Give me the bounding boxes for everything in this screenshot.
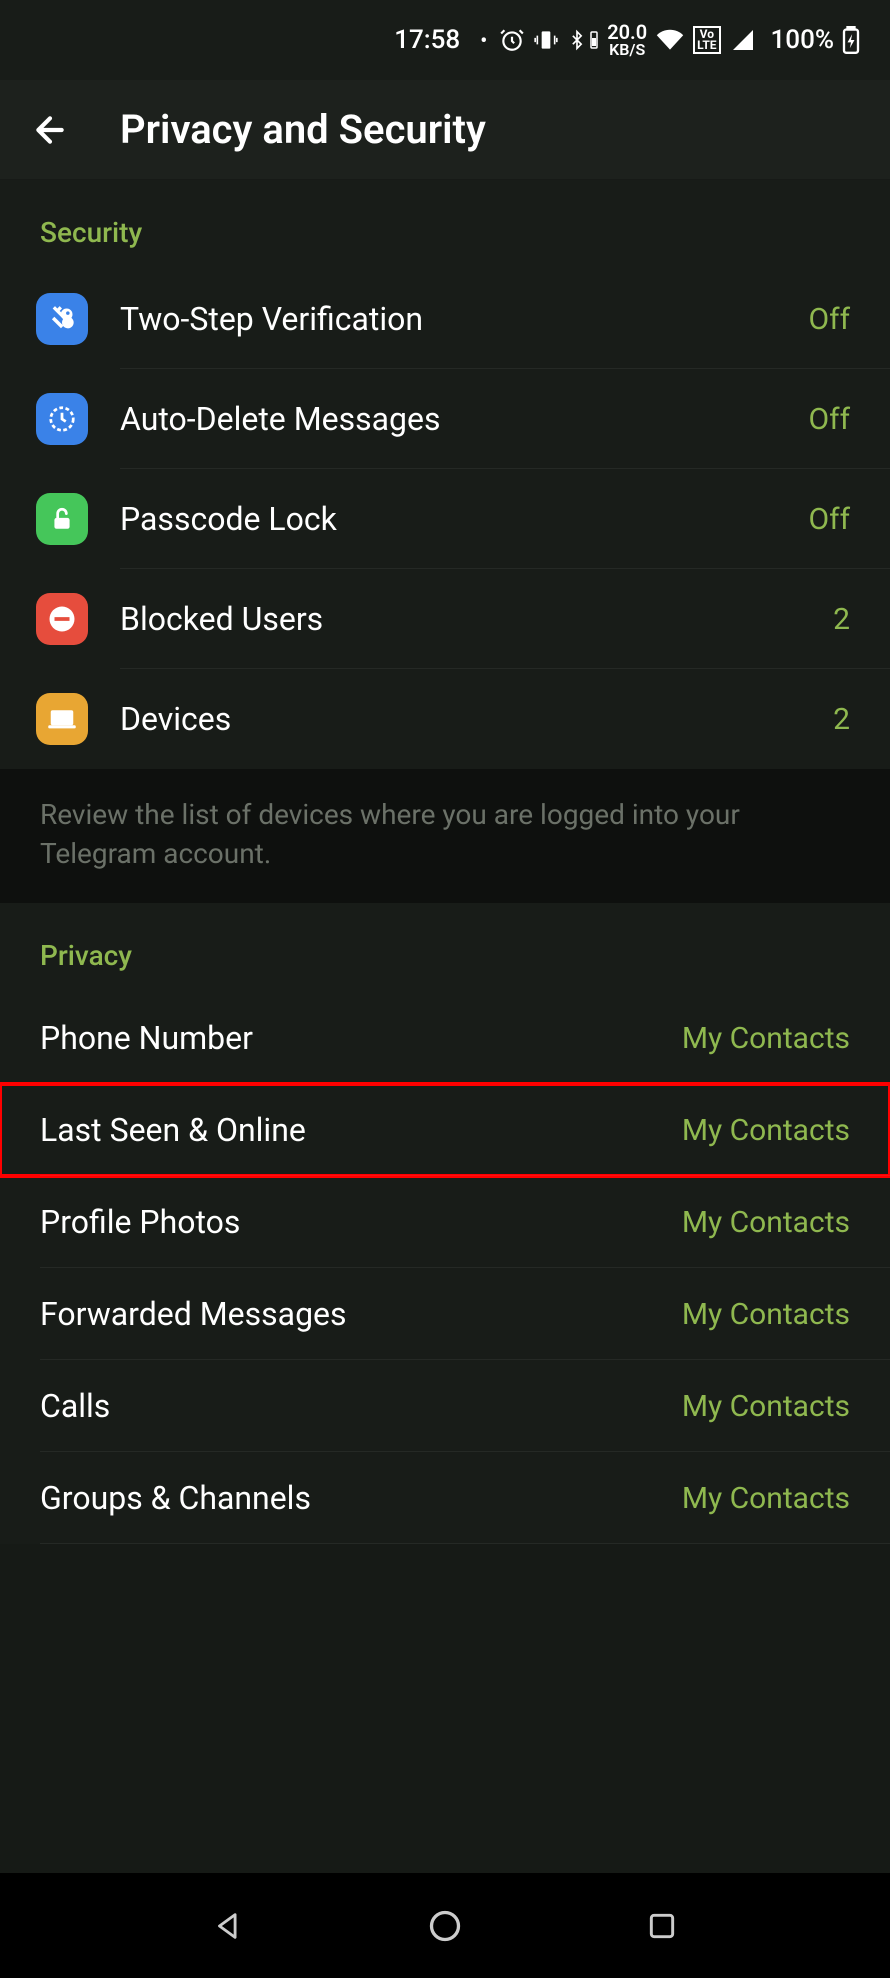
timer-icon	[36, 393, 88, 445]
item-label: Phone Number	[40, 1019, 682, 1057]
status-bar: 17:58 • 20.0 KB/S VoLTE 100%	[0, 0, 890, 80]
item-label: Calls	[40, 1387, 682, 1425]
item-label: Last Seen & Online	[40, 1111, 682, 1149]
item-label: Forwarded Messages	[40, 1295, 682, 1333]
triangle-back-icon	[211, 1907, 245, 1945]
back-button[interactable]	[30, 110, 90, 150]
calls-row[interactable]: Calls My Contacts	[0, 1360, 890, 1452]
content: Security Two-Step Verification Off Auto-…	[0, 180, 890, 1873]
privacy-header: Privacy	[0, 903, 890, 992]
status-time: 17:58	[394, 25, 460, 55]
nav-back-button[interactable]	[198, 1896, 258, 1956]
item-label: Two-Step Verification	[120, 300, 809, 338]
vibrate-icon	[533, 27, 559, 53]
square-recent-icon	[646, 1910, 678, 1942]
alarm-icon	[499, 27, 525, 53]
item-label: Profile Photos	[40, 1203, 682, 1241]
forwarded-messages-row[interactable]: Forwarded Messages My Contacts	[0, 1268, 890, 1360]
item-value: My Contacts	[682, 1021, 850, 1056]
item-label: Auto-Delete Messages	[120, 400, 809, 438]
item-value: 2	[833, 602, 850, 637]
auto-delete-row[interactable]: Auto-Delete Messages Off	[0, 369, 890, 469]
item-value: Off	[809, 402, 851, 437]
profile-photos-row[interactable]: Profile Photos My Contacts	[0, 1176, 890, 1268]
key-icon	[36, 293, 88, 345]
blocked-users-row[interactable]: Blocked Users 2	[0, 569, 890, 669]
circle-home-icon	[427, 1908, 463, 1944]
two-step-verification-row[interactable]: Two-Step Verification Off	[0, 269, 890, 369]
status-dot: •	[480, 28, 487, 52]
navigation-bar	[0, 1873, 890, 1978]
security-header: Security	[0, 180, 890, 269]
groups-channels-row[interactable]: Groups & Channels My Contacts	[0, 1452, 890, 1544]
passcode-lock-row[interactable]: Passcode Lock Off	[0, 469, 890, 569]
app-bar: Privacy and Security	[0, 80, 890, 180]
nav-home-button[interactable]	[415, 1896, 475, 1956]
network-speed: 20.0 KB/S	[607, 22, 647, 58]
phone-number-row[interactable]: Phone Number My Contacts	[0, 992, 890, 1084]
security-footer: Review the list of devices where you are…	[0, 769, 890, 903]
screen: 17:58 • 20.0 KB/S VoLTE 100%	[0, 0, 890, 1978]
wifi-icon	[655, 28, 685, 52]
item-value: My Contacts	[682, 1113, 850, 1148]
battery-percent: 100%	[771, 25, 834, 55]
devices-row[interactable]: Devices 2	[0, 669, 890, 769]
lock-icon	[36, 493, 88, 545]
last-seen-row[interactable]: Last Seen & Online My Contacts	[0, 1084, 890, 1176]
nav-recent-button[interactable]	[632, 1896, 692, 1956]
devices-icon	[36, 693, 88, 745]
item-label: Blocked Users	[120, 600, 833, 638]
privacy-section: Privacy Phone Number My Contacts Last Se…	[0, 903, 890, 1544]
item-label: Groups & Channels	[40, 1479, 682, 1517]
signal-icon	[729, 28, 757, 52]
bluetooth-icon	[567, 26, 599, 54]
item-value: My Contacts	[682, 1389, 850, 1424]
item-label: Passcode Lock	[120, 500, 809, 538]
battery-icon	[842, 26, 860, 54]
security-section: Security Two-Step Verification Off Auto-…	[0, 180, 890, 769]
block-icon	[36, 593, 88, 645]
item-value: Off	[809, 502, 851, 537]
volte-icon: VoLTE	[693, 26, 720, 54]
item-value: My Contacts	[682, 1297, 850, 1332]
item-label: Devices	[120, 700, 833, 738]
item-value: My Contacts	[682, 1205, 850, 1240]
item-value: Off	[809, 302, 851, 337]
arrow-left-icon	[30, 110, 70, 150]
item-value: 2	[833, 702, 850, 737]
item-value: My Contacts	[682, 1481, 850, 1516]
page-title: Privacy and Security	[120, 106, 486, 153]
